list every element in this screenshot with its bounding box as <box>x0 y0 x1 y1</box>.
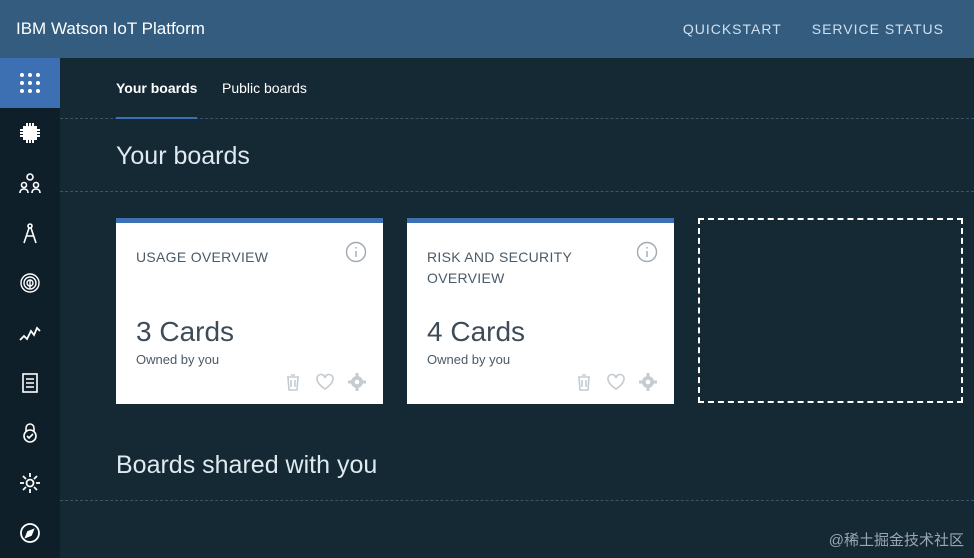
sidebar-item-rules[interactable] <box>0 308 60 358</box>
board-card-usage[interactable]: USAGE OVERVIEW 3 Cards Owned by you <box>116 218 383 404</box>
sidebar-item-boards[interactable] <box>0 58 60 108</box>
app-title[interactable]: IBM Watson IoT Platform <box>16 0 205 58</box>
card-actions <box>283 372 367 392</box>
card-owner: Owned by you <box>427 352 511 367</box>
sidebar-item-reports[interactable] <box>0 358 60 408</box>
chip-icon <box>20 123 40 143</box>
compass-icon <box>20 523 40 543</box>
card-count: 3 Cards <box>136 316 235 347</box>
document-icon <box>22 373 38 393</box>
activity-icon <box>19 326 41 341</box>
users-icon <box>19 173 41 194</box>
sidebar-item-members[interactable] <box>0 158 60 208</box>
sidebar-item-devices[interactable] <box>0 108 60 158</box>
trash-icon[interactable] <box>574 372 594 392</box>
service-status-link[interactable]: SERVICE STATUS <box>812 21 944 37</box>
add-board-placeholder[interactable] <box>698 218 963 403</box>
card-title: RISK AND SECURITY OVERVIEW <box>427 249 572 286</box>
info-icon[interactable] <box>345 241 367 263</box>
lock-check-icon <box>23 423 37 443</box>
tab-your-boards[interactable]: Your boards <box>116 58 198 119</box>
grid-dots-icon <box>20 73 40 93</box>
gear-icon[interactable] <box>638 372 658 392</box>
gear-icon[interactable] <box>347 372 367 392</box>
trash-icon[interactable] <box>283 372 303 392</box>
sidebar-item-risk[interactable] <box>0 408 60 458</box>
your-boards-heading: Your boards <box>116 142 250 170</box>
sidebar <box>0 58 60 558</box>
sidebar-item-explore[interactable] <box>0 508 60 558</box>
card-count: 4 Cards <box>427 316 526 347</box>
info-icon[interactable] <box>636 241 658 263</box>
card-owner: Owned by you <box>136 352 220 367</box>
card-title: USAGE OVERVIEW <box>136 249 269 265</box>
card-actions <box>574 372 658 392</box>
compass-draw-icon <box>23 223 37 244</box>
sidebar-item-settings[interactable] <box>0 458 60 508</box>
section-divider <box>60 500 974 501</box>
main-content: Your boards Public boards Your boards US… <box>60 58 974 558</box>
quickstart-link[interactable]: QUICKSTART <box>683 21 782 37</box>
watermark: @稀土掘金技术社区 <box>828 532 964 549</box>
sidebar-item-apps[interactable] <box>0 208 60 258</box>
top-bar: IBM Watson IoT Platform QUICKSTART SERVI… <box>0 0 974 58</box>
sidebar-item-security[interactable] <box>0 258 60 308</box>
heart-icon[interactable] <box>606 372 626 392</box>
top-nav: QUICKSTART SERVICE STATUS <box>683 0 944 58</box>
heart-icon[interactable] <box>315 372 335 392</box>
board-card-risk-security[interactable]: RISK AND SECURITY OVERVIEW 4 Cards Owned… <box>407 218 674 404</box>
board-tabs: Your boards Public boards <box>60 58 974 119</box>
shared-boards-heading: Boards shared with you <box>116 451 378 479</box>
fingerprint-icon <box>20 273 40 293</box>
section-divider <box>60 191 974 192</box>
gear-icon <box>20 473 40 493</box>
tab-public-boards[interactable]: Public boards <box>222 58 307 119</box>
